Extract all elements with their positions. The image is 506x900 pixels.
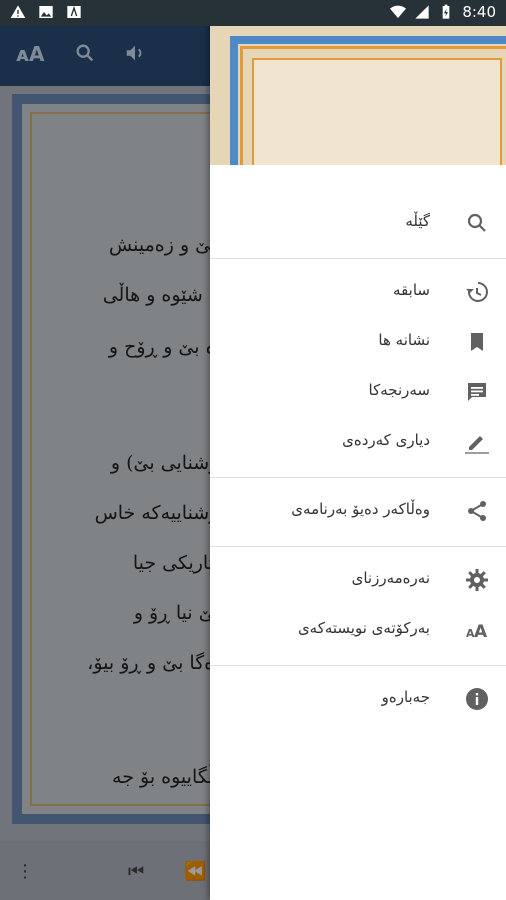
clock: 8:40 (462, 3, 496, 21)
battery-icon (442, 4, 450, 19)
menu-item-label: دیاری کەردەی (342, 431, 430, 449)
menu-item-history[interactable]: سابقە (210, 267, 506, 317)
drawer-menu: گێڵە سابقە نشانە ها سەرنجەکا دیاری کەردە… (210, 165, 506, 724)
menu-item-label: گێڵە (405, 212, 430, 230)
bookmark-icon (471, 333, 483, 351)
image-icon (39, 6, 53, 18)
note-icon (468, 383, 486, 401)
signal-icon (415, 5, 429, 19)
menu-item-label: بەرکۆتەی نویستەکەی (297, 619, 430, 637)
menu-item-font-size[interactable]: بەرکۆتەی نویستەکەی AA (210, 605, 506, 655)
menu-item-settings[interactable]: نەرەمەرزنای (210, 555, 506, 605)
menu-item-share[interactable]: وەڵاکەر دەیۆ بەرنامەی (210, 486, 506, 536)
menu-item-label: نەرەمەرزنای (351, 569, 430, 587)
warning-icon (10, 5, 26, 18)
info-icon (466, 688, 488, 710)
menu-item-about[interactable]: جەبارەو (210, 674, 506, 724)
app-notification-icon (67, 5, 81, 18)
navigation-drawer: گێڵە سابقە نشانە ها سەرنجەکا دیاری کەردە… (210, 0, 506, 900)
search-icon (467, 213, 486, 232)
menu-item-highlights[interactable]: دیاری کەردەی (210, 417, 506, 467)
status-bar: 8:40 (0, 0, 506, 26)
font-size-icon: AA (466, 622, 488, 642)
share-icon (468, 501, 486, 521)
menu-item-label: سابقە (393, 281, 430, 299)
wifi-icon (390, 5, 407, 19)
history-icon (466, 282, 488, 302)
settings-icon (466, 569, 488, 591)
menu-item-search[interactable]: گێڵە (210, 198, 506, 248)
menu-item-label: جەبارەو (381, 688, 430, 706)
menu-item-bookmarks[interactable]: نشانە ها (210, 317, 506, 367)
menu-item-label: وەڵاکەر دەیۆ بەرنامەی (291, 500, 430, 518)
svg-text:A: A (474, 622, 488, 642)
highlight-icon (465, 436, 489, 454)
menu-item-label: نشانە ها (378, 331, 430, 349)
menu-item-notes[interactable]: سەرنجەکا (210, 367, 506, 417)
menu-item-label: سەرنجەکا (368, 381, 430, 399)
